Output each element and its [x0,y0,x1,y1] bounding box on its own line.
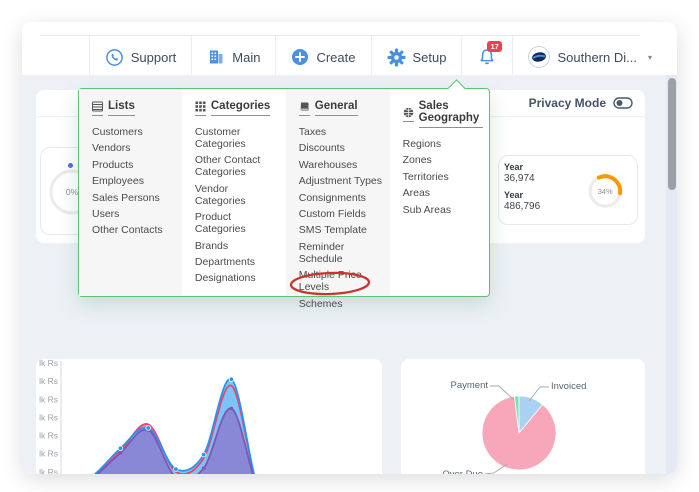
stat-label: Year [504,162,540,173]
menu-item-customer-categories[interactable]: Customer Categories [195,126,280,150]
menu-item-custom-fields[interactable]: Custom Fields [299,208,384,220]
menu-item-users[interactable]: Users [92,208,176,220]
grid-icon [195,101,206,116]
create-label: Create [316,50,355,65]
menu-item-product-categories[interactable]: Product Categories [195,211,280,235]
svg-text:lk Rs: lk Rs [39,431,58,441]
menu-item-warehouses[interactable]: Warehouses [299,159,384,171]
menu-item-vendor-categories[interactable]: Vendor Categories [195,183,280,207]
menu-item-designations[interactable]: Designations [195,272,280,284]
svg-text:lk Rs: lk Rs [39,376,58,386]
svg-text:lk Rs: lk Rs [39,359,58,368]
privacy-mode-label: Privacy Mode [529,96,606,110]
right-stat-card: Year 36,974 Year 486,796 34% [498,155,638,225]
menu-column-header: Lists [92,100,176,116]
menu-item-employees[interactable]: Employees [92,175,176,187]
menu-item-schemes[interactable]: Schemes [299,298,384,310]
stat-value: 486,796 [504,201,540,214]
create-button[interactable]: Create [275,36,370,78]
svg-text:Over Due: Over Due [442,469,483,474]
stat-label: Year [504,190,540,201]
support-button[interactable]: Support [89,36,192,78]
pie-chart: Invoiced Over Due Payment [401,359,645,474]
notifications-button[interactable]: 17 [461,36,512,78]
svg-text:lk Rs: lk Rs [39,394,58,404]
receivables-pie-card: Invoiced Over Due Payment [401,359,645,474]
svg-text:lk Rs: lk Rs [39,467,58,474]
menu-item-sms-template[interactable]: SMS Template [299,224,384,236]
menu-item-areas[interactable]: Areas [403,187,483,199]
menu-item-brands[interactable]: Brands [195,240,280,252]
menu-item-vendors[interactable]: Vendors [92,142,176,154]
menu-column-header: Categories [195,100,280,116]
menu-item-regions[interactable]: Regions [403,138,483,150]
svg-text:Payment: Payment [451,380,489,391]
chevron-down-icon: ▾ [648,53,652,62]
menu-item-consignments[interactable]: Consignments [299,192,384,204]
menu-item-departments[interactable]: Departments [195,256,280,268]
stat-value: 36,974 [504,173,540,186]
menu-column-title: Lists [108,100,135,116]
account-label: Southern Di... [557,50,637,65]
menu-column-title: Sales Geography [419,100,483,128]
building-icon [207,48,225,66]
account-menu[interactable]: Southern Di... ▾ [512,36,667,78]
setup-button[interactable]: Setup [371,36,462,78]
navbar: Support Main Create Setup 17 [89,36,667,78]
menu-column-lists: Lists Customers Vendors Products Employees Sa… [79,89,182,296]
menu-item-customers[interactable]: Customers [92,126,176,138]
list-icon [92,101,103,116]
menu-column-general: General Taxes Discounts Warehouses Adjustmen… [286,89,390,296]
svg-text:34%: 34% [598,187,613,196]
gear-icon [387,48,406,67]
menu-column-title: Categories [211,100,270,116]
area-chart: lk Rslk Rslk Rslk Rslk Rslk Rslk Rs0 RsJ… [36,359,382,474]
app-window: Support Main Create Setup 17 [22,22,677,474]
privacy-toggle[interactable] [613,97,633,109]
menu-item-products[interactable]: Products [92,159,176,171]
notification-badge: 17 [487,41,501,52]
svg-text:0%: 0% [66,187,79,197]
svg-text:lk Rs: lk Rs [39,412,58,422]
menu-item-adjustment-types[interactable]: Adjustment Types [299,175,384,187]
menu-item-sales-persons[interactable]: Sales Persons [92,192,176,204]
main-label: Main [232,50,260,65]
menu-item-reminder-schedule[interactable]: Reminder Schedule [299,241,384,265]
menu-item-territories[interactable]: Territories [403,171,483,183]
plus-circle-icon [291,48,309,66]
svg-text:Invoiced: Invoiced [551,381,586,392]
menu-item-other-contact-categories[interactable]: Other Contact Categories [195,154,280,178]
setup-mega-menu: Lists Customers Vendors Products Employees Sa… [78,88,490,297]
percent-gauge: 34% [586,172,624,210]
svg-text:lk Rs: lk Rs [39,449,58,459]
support-label: Support [131,50,177,65]
menu-item-discounts[interactable]: Discounts [299,142,384,154]
revenue-area-chart-card: lk Rslk Rslk Rslk Rslk Rslk Rslk Rs0 RsJ… [36,359,382,474]
support-icon [105,48,124,67]
menu-column-categories: Categories Customer Categories Other Conta… [182,89,286,296]
bell-icon: 17 [477,47,497,67]
scrollbar-track[interactable] [666,75,677,474]
setup-label: Setup [413,50,447,65]
menu-item-other-contacts[interactable]: Other Contacts [92,224,176,236]
menu-column-header: General [299,100,384,116]
menu-column-sales-geography: Sales Geography Regions Zones Territories Ar… [390,89,489,296]
menu-item-sub-areas[interactable]: Sub Areas [403,204,483,216]
menu-column-header: Sales Geography [403,100,483,128]
book-icon [299,101,310,116]
menu-item-zones[interactable]: Zones [403,154,483,166]
menu-item-multiple-price-levels[interactable]: Multiple Price Levels [299,269,384,293]
menu-column-title: General [315,100,358,116]
globe-icon [403,107,414,122]
scrollbar-thumb[interactable] [668,78,676,190]
avatar [528,46,550,68]
menu-item-taxes[interactable]: Taxes [299,126,384,138]
main-button[interactable]: Main [191,36,275,78]
